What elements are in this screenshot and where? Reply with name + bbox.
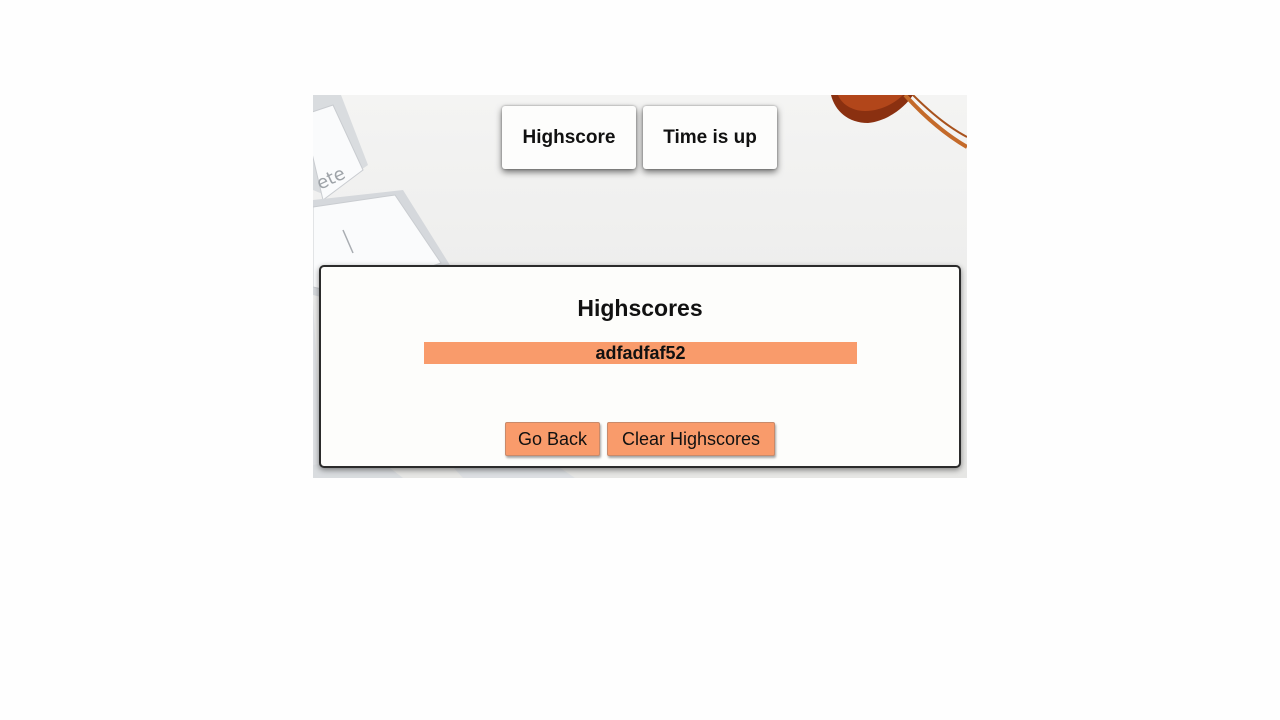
timer-display: Time is up — [643, 106, 777, 169]
highscores-title: Highscores — [577, 295, 703, 321]
highscores-list: adfadfaf52 — [424, 342, 857, 364]
highscore-link-label: Highscore — [522, 126, 616, 148]
top-nav: Highscore Time is up — [502, 106, 777, 169]
highscores-panel: Highscores adfadfaf52 Go Back Clear High… — [319, 265, 961, 468]
game-stage: ete Highscore Time is up Highscores adfa… — [313, 95, 967, 478]
timer-text: Time is up — [663, 126, 757, 148]
glasses-decoration — [831, 95, 967, 149]
highscore-entry: adfadfaf52 — [424, 342, 857, 364]
go-back-button[interactable]: Go Back — [505, 422, 600, 456]
highscore-link[interactable]: Highscore — [502, 106, 636, 169]
clear-highscores-button[interactable]: Clear Highscores — [607, 422, 775, 456]
highscores-actions: Go Back Clear Highscores — [321, 422, 959, 456]
